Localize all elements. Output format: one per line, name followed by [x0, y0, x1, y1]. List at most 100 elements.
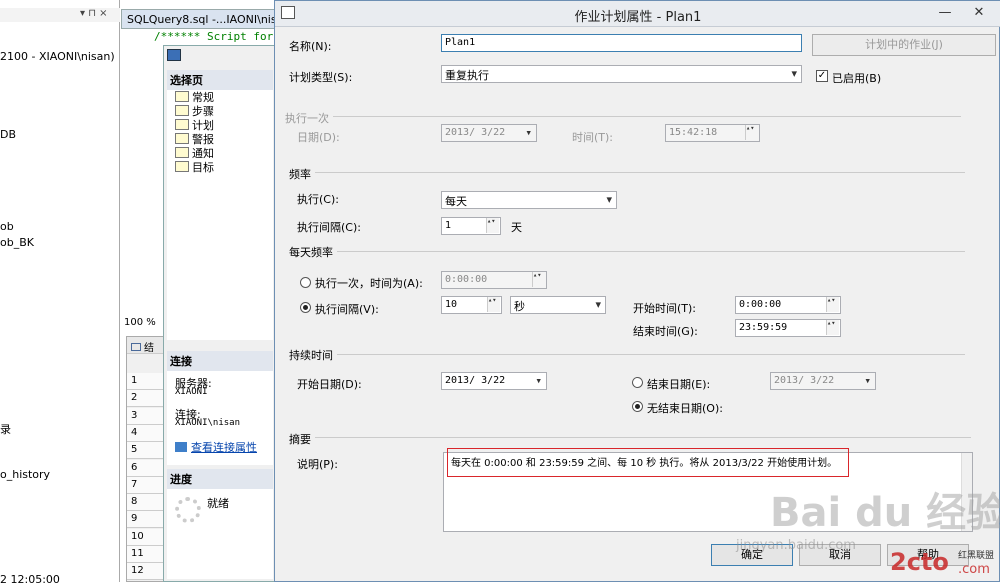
page-targets[interactable]: 目标 [175, 159, 214, 175]
name-input[interactable]: Plan1 [441, 34, 802, 52]
object-explorer-header: ▾ ⊓ × [0, 8, 120, 22]
row-number: 5 [127, 442, 165, 460]
tree-item-server[interactable]: 2100 - XIAONI\nisan) [0, 50, 115, 63]
occurs-label: 执行(C): [297, 193, 339, 206]
end-time-input[interactable]: 23:59:59 [735, 319, 841, 337]
row-number: 3 [127, 407, 165, 425]
occurs-select[interactable]: 每天 [441, 191, 617, 209]
site-logo-watermark: 2cto [890, 548, 949, 576]
no-end-date-radio[interactable] [632, 401, 643, 412]
duration-section-title: 持续时间 [289, 347, 337, 363]
start-date-input[interactable]: 2013/ 3/22 [441, 372, 547, 390]
enabled-checkbox[interactable]: ✓ [816, 70, 828, 82]
tree-item-db[interactable]: DB [0, 128, 16, 141]
baidu-watermark: Bai du 经验 [770, 490, 1000, 536]
start-date-label: 开始日期(D): [297, 378, 362, 391]
recurs-every-label: 执行间隔(C): [297, 221, 361, 234]
row-number: 8 [127, 494, 165, 512]
name-label: 名称(N): [289, 40, 332, 53]
tree-item-folder[interactable]: 录 [0, 421, 11, 437]
end-date-label: 结束日期(E): [647, 378, 711, 391]
once-time-input[interactable]: 15:42:18 [665, 124, 760, 142]
start-time-input[interactable]: 0:00:00 [735, 296, 841, 314]
separator [337, 354, 965, 355]
occurs-every-radio[interactable] [300, 302, 311, 313]
connection-pane: 连接 服务器: XIAONI 连接: XIAONI\nisan 查看连接属性 [167, 351, 273, 465]
dialog-icon [167, 49, 181, 61]
enabled-label: 已启用(B) [832, 72, 882, 85]
once-section-title: 执行一次 [285, 110, 333, 126]
progress-pane: 进度 就绪 [167, 469, 273, 579]
progress-spinner-icon [175, 497, 201, 523]
title-bar: 作业计划属性 - Plan1 — ✕ [275, 1, 1000, 27]
close-icon[interactable]: ✕ [965, 3, 993, 23]
minimize-icon[interactable]: — [931, 3, 959, 23]
panel-window-buttons[interactable]: ▾ ⊓ × [80, 8, 108, 19]
occurs-every-unit-select[interactable]: 秒 [510, 296, 606, 314]
site-url-watermark: .com [958, 562, 990, 577]
tree-item-job[interactable]: ob [0, 220, 14, 233]
schedule-type-select[interactable]: 重复执行 [441, 65, 802, 83]
zoom-level[interactable]: 100 % [121, 317, 163, 331]
start-time-label: 开始时间(T): [633, 302, 697, 315]
no-end-date-label: 无结束日期(O): [647, 402, 723, 415]
server-value: XIAONI [175, 387, 208, 397]
occurs-once-radio[interactable] [300, 277, 311, 288]
separator [315, 437, 971, 438]
summary-section-title: 摘要 [289, 431, 315, 447]
separator [337, 251, 965, 252]
separator [319, 116, 961, 117]
occurs-once-time-input[interactable]: 0:00:00 [441, 271, 547, 289]
properties-icon [175, 442, 187, 452]
connection-value: XIAONI\nisan [175, 418, 241, 428]
view-connection-properties-label: 查看连接属性 [191, 441, 257, 454]
select-page-pane: 选择页 常规 步骤 计划 警报 通知 目标 [167, 70, 273, 340]
row-number: 2 [127, 390, 165, 408]
results-tab[interactable]: 结 [127, 337, 165, 354]
results-grid[interactable]: 结 1 2 3 4 5 6 7 8 9 10 11 12 [126, 336, 166, 582]
row-number: 12 [127, 563, 165, 581]
row-number: 9 [127, 511, 165, 529]
site-sub-watermark: 红黑联盟 [958, 551, 995, 561]
schedule-type-label: 计划类型(S): [289, 71, 353, 84]
results-tab-label: 结 [144, 343, 154, 354]
row-number: 7 [127, 476, 165, 494]
description-label: 说明(P): [297, 458, 338, 471]
row-number: 10 [127, 528, 165, 546]
recurs-every-input[interactable]: 1 [441, 217, 501, 235]
end-date-input[interactable]: 2013/ 3/22 [770, 372, 876, 390]
select-page-title: 选择页 [167, 70, 273, 90]
dialog-title: 作业计划属性 - Plan1 [574, 10, 702, 25]
view-connection-properties-link[interactable]: 查看连接属性 [175, 439, 257, 455]
row-number: 6 [127, 459, 165, 477]
progress-status: 就绪 [207, 497, 229, 510]
frequency-section-title: 频率 [289, 166, 315, 182]
once-date-label: 日期(D): [297, 131, 340, 144]
tree-item-time: 2 12:05:00 [0, 573, 60, 586]
occurs-every-label: 执行间隔(V): [315, 303, 379, 316]
row-number: 11 [127, 546, 165, 563]
occurs-once-label: 执行一次，时间为(A): [315, 277, 423, 290]
job-properties-dialog: 选择页 常规 步骤 计划 警报 通知 目标 连接 服务器: XIAONI 连接:… [163, 45, 275, 582]
row-number: 4 [127, 424, 165, 442]
row-number: 1 [127, 373, 165, 390]
end-date-radio[interactable] [632, 377, 643, 388]
code-line: /****** Script for S [154, 30, 287, 43]
once-date-input[interactable]: 2013/ 3/22 [441, 124, 537, 142]
progress-title: 进度 [167, 469, 273, 489]
jobs-in-schedule-button[interactable]: 计划中的作业(J) [812, 34, 996, 56]
recurs-unit: 天 [511, 221, 522, 234]
connection-title: 连接 [167, 351, 273, 371]
tree-item-history[interactable]: o_history [0, 468, 50, 481]
highlight-annotation-box [447, 448, 849, 477]
occurs-every-input[interactable]: 10 [441, 296, 502, 314]
tree-item-job-bk[interactable]: ob_BK [0, 236, 34, 249]
separator [315, 172, 965, 173]
end-time-label: 结束时间(G): [633, 325, 698, 338]
once-time-label: 时间(T): [572, 131, 614, 144]
baidu-url-watermark: jingyan.baidu.com [736, 538, 856, 553]
query-editor-tab[interactable]: SQLQuery8.sql -...IAONI\nisan [121, 9, 281, 29]
grid-icon [131, 343, 141, 351]
daily-frequency-section-title: 每天频率 [289, 244, 337, 260]
object-explorer: ▾ ⊓ × 2100 - XIAONI\nisan) DB ob ob_BK 录… [0, 0, 120, 586]
